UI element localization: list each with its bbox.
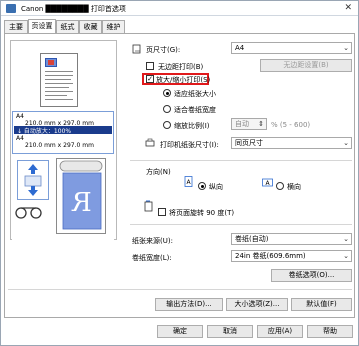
help-button[interactable]: 帮助 xyxy=(307,325,353,338)
info-output-size: A4 xyxy=(16,135,24,142)
divider xyxy=(130,160,352,161)
scaling-value-spinner[interactable]: 自动 ⇕ xyxy=(231,118,267,130)
info-scale-highlight: ↓ 自动放大：100% xyxy=(14,126,112,135)
fit-roll-width-label: 适合卷纸宽度 xyxy=(174,106,216,114)
document-preview xyxy=(40,53,78,107)
borderless-label: 无边距打印(B) xyxy=(158,63,204,71)
preview-image-accent xyxy=(48,60,54,65)
page-size-select[interactable]: A4 ⌄ xyxy=(231,42,352,54)
orientation-label: 方向(N) xyxy=(146,168,171,176)
fit-to-paper-radio[interactable] xyxy=(163,89,171,97)
chevron-down-icon: ⌄ xyxy=(343,235,349,243)
rotate-90-checkbox[interactable] xyxy=(158,208,166,216)
borderless-checkbox[interactable] xyxy=(146,62,154,70)
portrait-icon: A xyxy=(184,176,194,187)
printer-paper-size-select[interactable]: 同页尺寸 ⌄ xyxy=(231,137,352,149)
borderless-settings-button[interactable]: 无边距设置(B) xyxy=(260,59,352,72)
roll-options-button[interactable]: 卷纸选项(O)... xyxy=(271,269,352,282)
svg-text:R: R xyxy=(71,188,92,218)
portrait-label: 纵向 xyxy=(209,183,223,191)
printer-app-icon xyxy=(6,4,16,13)
tab-paper[interactable]: 纸式 xyxy=(56,20,79,33)
chevron-down-icon: ⌄ xyxy=(343,139,349,147)
output-method-button[interactable]: 输出方法(D)... xyxy=(155,298,223,311)
tab-main[interactable]: 主要 xyxy=(4,20,28,33)
size-options-button[interactable]: 大小选项(Z)... xyxy=(226,298,288,311)
info-output-dimensions: 210.0 mm x 297.0 mm xyxy=(25,142,94,149)
close-icon[interactable]: ✕ xyxy=(344,3,352,13)
landscape-icon: A xyxy=(262,178,273,188)
paper-source-label: 纸张来源(U): xyxy=(132,237,173,245)
scaling-label: 缩放比例(I) xyxy=(174,122,210,130)
spinner-icon: ⇕ xyxy=(258,120,264,128)
scaling-range-label: % (5 - 600) xyxy=(271,121,311,129)
divider xyxy=(130,224,352,225)
tab-page-setup[interactable]: 页设置 xyxy=(28,19,56,33)
roll-width-select[interactable]: 24in 卷纸(609.6mm) ⌄ xyxy=(231,250,352,262)
landscape-radio[interactable] xyxy=(276,182,284,190)
tab-maintenance[interactable]: 维护 xyxy=(102,20,125,33)
fit-to-paper-label: 适应纸张大小 xyxy=(174,90,216,98)
chevron-down-icon: ⌄ xyxy=(343,252,349,260)
roll-paper-graphic: R xyxy=(56,158,106,234)
page-size-label: 页尺寸(G): xyxy=(146,46,181,54)
ok-button[interactable]: 确定 xyxy=(157,325,203,338)
defaults-button[interactable]: 默认值(F) xyxy=(291,298,352,311)
scaled-print-checkbox[interactable]: ✓ xyxy=(146,75,154,83)
apply-button[interactable]: 应用(A) xyxy=(257,325,303,338)
divider xyxy=(8,289,352,290)
chevron-down-icon: ⌄ xyxy=(343,44,349,52)
info-auto-scale: ↓ 自动放大：100% xyxy=(17,128,72,135)
paper-feed-graphic xyxy=(17,160,49,200)
landscape-label: 横向 xyxy=(287,183,301,191)
rotate-90-label: 将页面旋转 90 度(T) xyxy=(169,209,235,217)
paper-source-select[interactable]: 卷纸(自动) ⌄ xyxy=(231,233,352,245)
scaling-radio[interactable] xyxy=(163,121,171,129)
window-title: Canon ████████ 打印首选项 xyxy=(21,5,126,13)
roll-width-label: 卷纸宽度(L): xyxy=(132,254,172,262)
cancel-button[interactable]: 取消 xyxy=(207,325,253,338)
portrait-radio[interactable] xyxy=(198,182,206,190)
scaled-print-label: 放大/缩小打印(S) xyxy=(156,76,211,84)
title-bar: Canon ████████ 打印首选项 ✕ xyxy=(1,1,358,16)
printer-paper-size-label: 打印机纸张尺寸(I): xyxy=(160,141,219,149)
rotate-page-icon xyxy=(144,200,154,212)
paper-info-box: A4 210.0 mm x 297.0 mm ↓ 自动放大：100% A4 21… xyxy=(12,111,114,154)
printer-paper-icon xyxy=(145,138,155,148)
info-page-size: A4 xyxy=(16,113,24,120)
roll-feed-icon xyxy=(14,206,44,222)
fit-roll-width-radio[interactable] xyxy=(163,105,171,113)
tab-favorites[interactable]: 收藏 xyxy=(79,20,102,33)
page-size-icon xyxy=(132,44,142,54)
